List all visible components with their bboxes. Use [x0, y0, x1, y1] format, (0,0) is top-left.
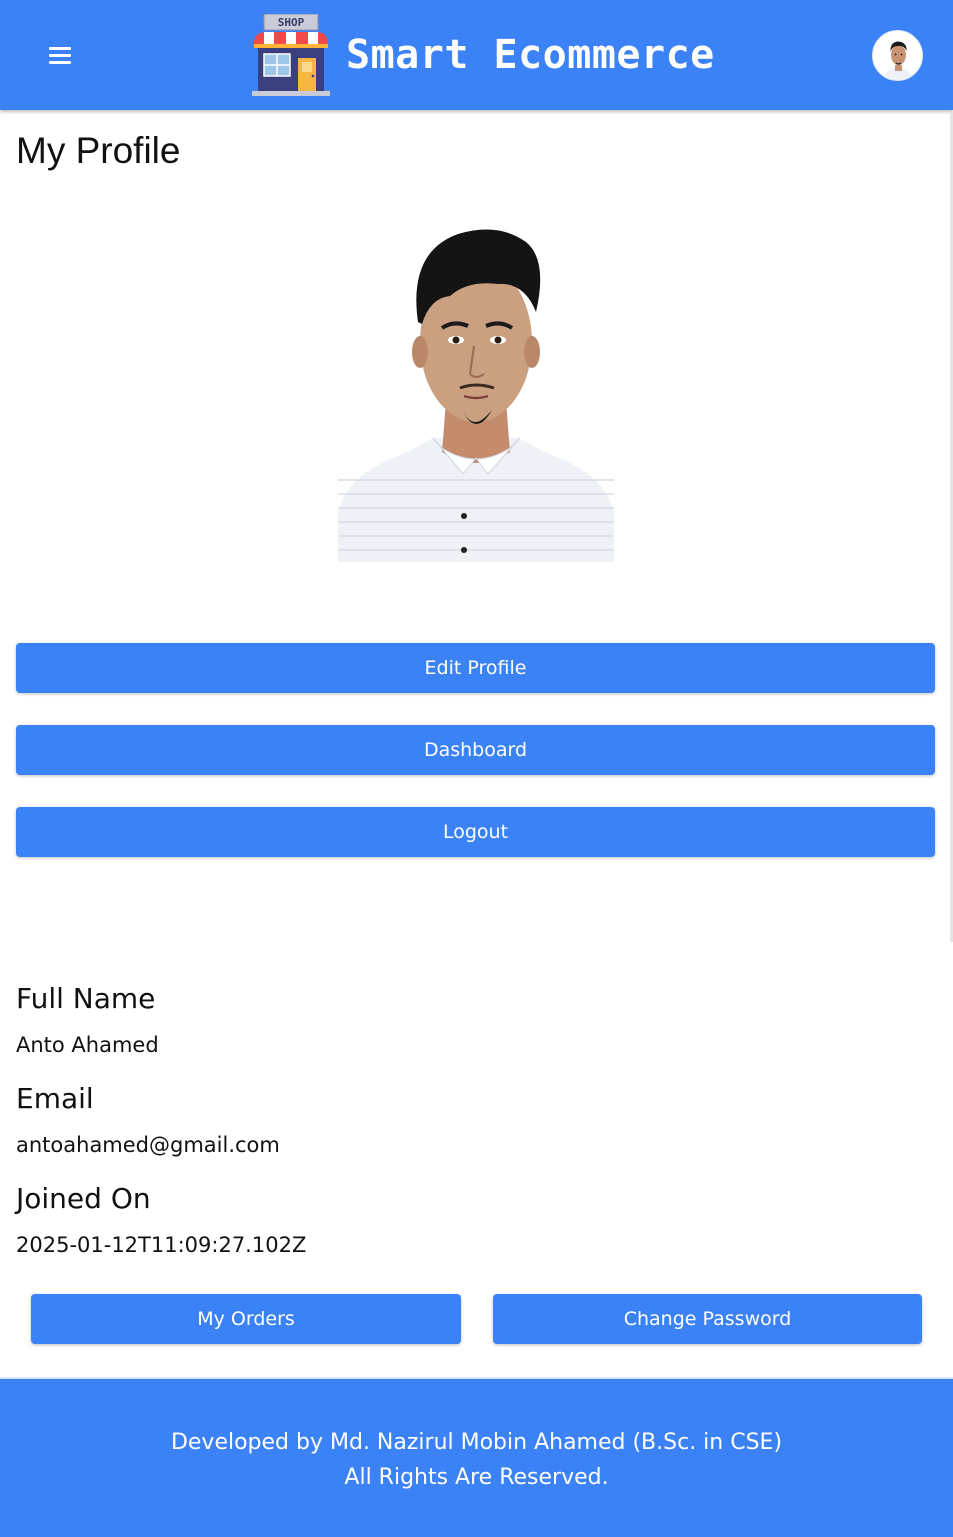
- edit-profile-button[interactable]: Edit Profile: [16, 643, 935, 693]
- shop-logo-icon: SHOP: [252, 14, 330, 96]
- brand-title[interactable]: Smart Ecommerce: [346, 32, 715, 78]
- footer: Developed by Md. Nazirul Mobin Ahamed (B…: [0, 1377, 953, 1537]
- logout-button[interactable]: Logout: [16, 807, 935, 857]
- full-name-value: Anto Ahamed: [16, 1033, 159, 1057]
- full-name-label: Full Name: [16, 982, 156, 1015]
- hamburger-menu-icon[interactable]: [45, 40, 75, 70]
- page-title: My Profile: [16, 130, 181, 171]
- email-value: antoahamed@gmail.com: [16, 1133, 280, 1157]
- footer-rights: All Rights Are Reserved.: [344, 1465, 609, 1490]
- user-avatar[interactable]: [872, 30, 923, 81]
- joined-on-label: Joined On: [16, 1182, 151, 1215]
- avatar-portrait-icon: [873, 31, 922, 80]
- top-navbar: SHOP Smart Ecommerce: [0, 0, 953, 110]
- shop-sign-text: SHOP: [278, 16, 305, 29]
- my-orders-button[interactable]: My Orders: [31, 1294, 461, 1344]
- footer-credit: Developed by Md. Nazirul Mobin Ahamed (B…: [170, 1430, 783, 1455]
- joined-on-value: 2025-01-12T11:09:27.102Z: [16, 1233, 307, 1257]
- email-label: Email: [16, 1082, 94, 1115]
- change-password-button[interactable]: Change Password: [493, 1294, 922, 1344]
- profile-photo: [338, 212, 614, 562]
- dashboard-button[interactable]: Dashboard: [16, 725, 935, 775]
